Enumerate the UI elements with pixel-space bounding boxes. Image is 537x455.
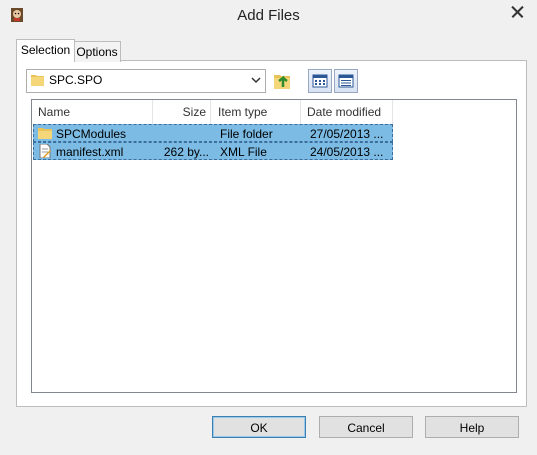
chevron-down-icon xyxy=(251,77,261,84)
ok-button[interactable]: OK xyxy=(212,416,306,438)
add-files-dialog: Add Files Selection Options SPC.SPO Name… xyxy=(0,0,537,455)
file-size: 262 by... xyxy=(163,145,209,159)
tab-options[interactable]: Options xyxy=(73,41,121,62)
details-view-icon[interactable] xyxy=(334,69,358,93)
help-button[interactable]: Help xyxy=(425,416,519,438)
list-view-glyph-icon xyxy=(312,74,328,88)
list-item[interactable]: manifest.xml 262 by... XML File 24/05/20… xyxy=(33,142,393,160)
file-list[interactable]: Name Size Item type Date modified SPCMod… xyxy=(31,99,517,393)
file-date: 24/05/2013 ... xyxy=(310,145,384,159)
file-type: XML File xyxy=(220,145,267,159)
file-size xyxy=(154,126,209,142)
file-name: manifest.xml xyxy=(56,145,124,159)
column-header-type[interactable]: Item type xyxy=(211,100,301,124)
title-bar[interactable]: Add Files xyxy=(0,0,537,31)
window-title: Add Files xyxy=(237,7,300,24)
folder-icon xyxy=(38,128,52,139)
column-header-date[interactable]: Date modified xyxy=(301,100,393,124)
details-view-glyph-icon xyxy=(338,74,354,88)
current-folder-label: SPC.SPO xyxy=(49,73,103,87)
column-header-name[interactable]: Name xyxy=(32,100,153,124)
xml-file-icon xyxy=(39,144,51,158)
column-header-size[interactable]: Size xyxy=(153,100,211,124)
file-type: File folder xyxy=(220,127,273,141)
list-view-icon[interactable] xyxy=(308,69,332,93)
list-item[interactable]: SPCModules File folder 27/05/2013 ... xyxy=(33,124,393,142)
tab-selection[interactable]: Selection xyxy=(16,39,75,62)
up-folder-icon[interactable] xyxy=(272,69,294,91)
file-date: 27/05/2013 ... xyxy=(310,127,384,141)
close-icon[interactable] xyxy=(507,1,528,22)
file-name: SPCModules xyxy=(56,127,127,141)
list-header: Name Size Item type Date modified xyxy=(32,100,393,124)
folder-icon xyxy=(31,75,44,86)
folder-dropdown[interactable]: SPC.SPO xyxy=(26,69,266,93)
cancel-button[interactable]: Cancel xyxy=(319,416,413,438)
